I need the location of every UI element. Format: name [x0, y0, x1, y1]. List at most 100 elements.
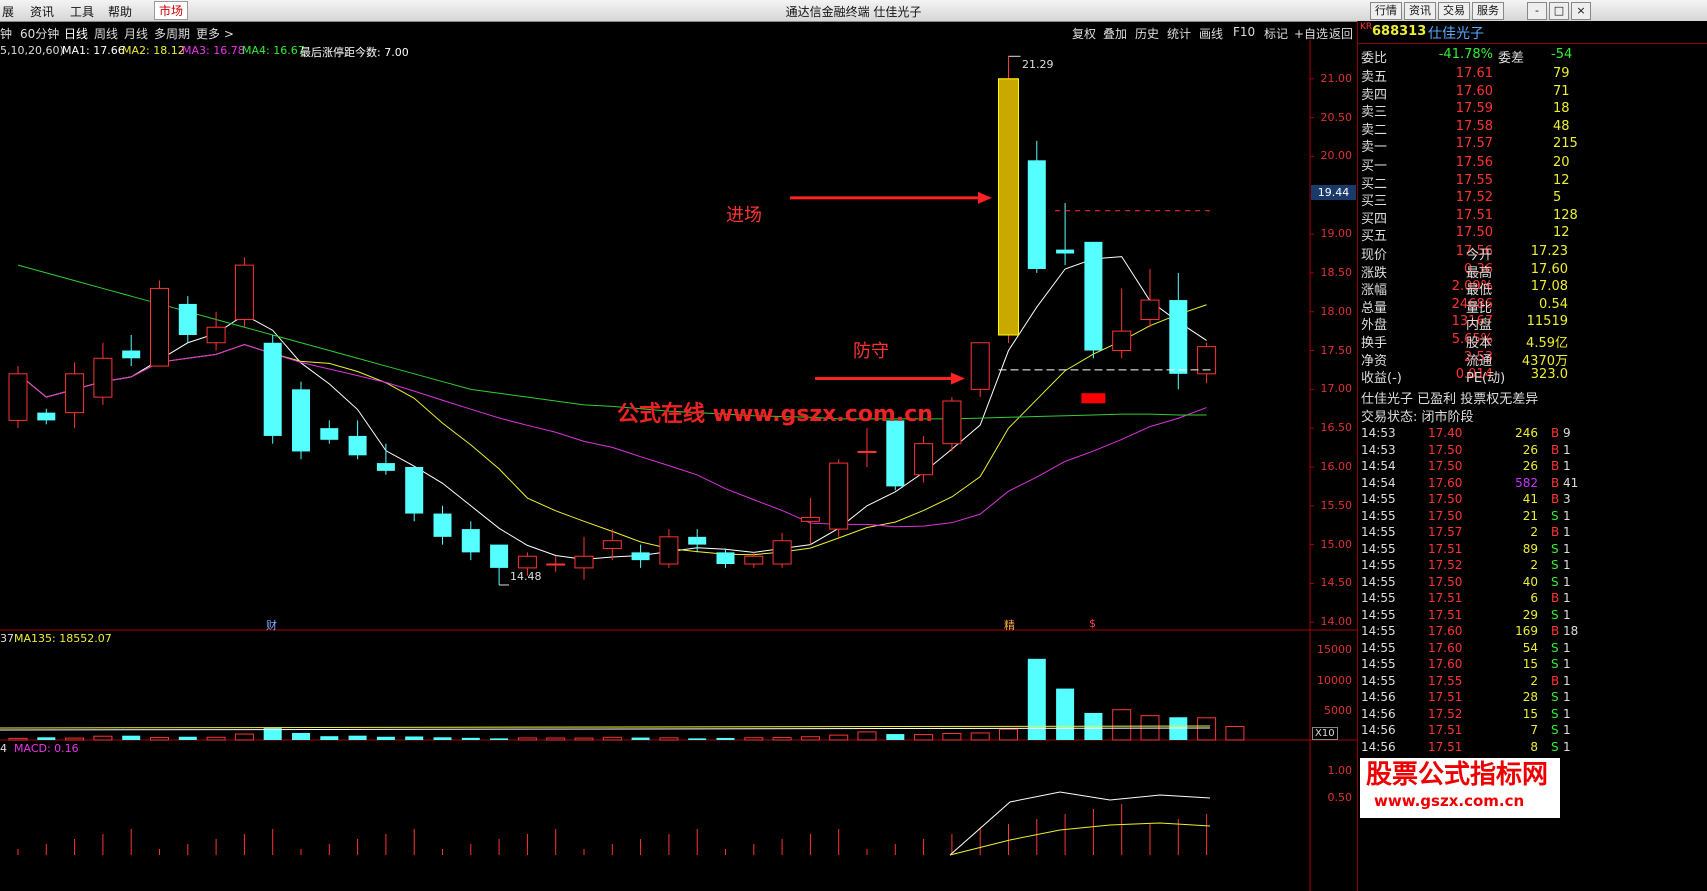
ask-price: 17.58: [1455, 118, 1493, 134]
volume-bar: [206, 736, 226, 741]
ask-label: 卖三: [1361, 105, 1388, 120]
tick-t: 14:56: [1361, 723, 1396, 737]
tick-x: 1: [1563, 690, 1571, 704]
volume-bar: [122, 735, 141, 740]
signal-marker: [1081, 393, 1106, 404]
tick-p: 17.50: [1428, 492, 1463, 506]
macd-legend-left: 4: [0, 742, 7, 755]
candle-body: [1027, 160, 1046, 270]
tick-t: 14:53: [1361, 442, 1396, 457]
tick-d: B: [1551, 492, 1560, 506]
candle-body: [659, 536, 679, 565]
tick-x: 1: [1563, 657, 1571, 671]
event-mark-featured[interactable]: 精: [1004, 617, 1015, 633]
tick-row: 14:55 17.51 29 S 1: [1358, 608, 1707, 624]
menu-item-0[interactable]: 展: [2, 3, 14, 20]
tick-x: 41: [1563, 475, 1579, 490]
quote-value-2: 17.08: [1530, 279, 1568, 295]
bid-volume: 12: [1553, 172, 1570, 188]
close-button[interactable]: ×: [1571, 2, 1591, 20]
candle-body: [1140, 299, 1160, 320]
status-line-2: 交易状态: 闭市阶段: [1361, 410, 1474, 425]
price-axis-label: 21.00: [1320, 71, 1353, 85]
tick-v: 246: [1515, 426, 1538, 440]
tick-row: 14:56 17.51 28 S 1: [1358, 690, 1707, 706]
top-button-service[interactable]: 服务: [1472, 2, 1504, 20]
quote-label: 收益(-): [1361, 371, 1402, 387]
menu-bar: 展 资讯 工具 帮助 市场 通达信金融终端 仕佳光子 行情 资讯 交易 服务 -…: [0, 0, 1707, 22]
bid-volume: 20: [1553, 155, 1570, 170]
volume-bar: [914, 734, 934, 741]
kline-chart[interactable]: [0, 40, 1357, 891]
ask-label: 卖一: [1361, 140, 1388, 155]
stock-code: 688313: [1372, 24, 1427, 39]
tick-x: 1: [1563, 558, 1571, 572]
volume-axis-1: 10000: [1317, 674, 1352, 687]
candle-body: [405, 466, 424, 514]
tick-p: 17.55: [1428, 673, 1463, 688]
tick-t: 14:56: [1361, 690, 1396, 704]
tick-x: 1: [1563, 607, 1571, 622]
menu-item-news[interactable]: 资讯: [30, 3, 54, 20]
tick-v: 2: [1530, 558, 1538, 572]
menu-item-market[interactable]: 市场: [154, 1, 189, 20]
tick-row: 14:53 17.40 246 B 9: [1358, 426, 1707, 442]
tick-d: S: [1551, 640, 1559, 655]
tick-p: 17.60: [1428, 640, 1463, 655]
order-ratio-row: 委比 -41.78% 委差 -54: [1358, 47, 1707, 66]
price-axis-label: 18.50: [1320, 265, 1353, 279]
quote-value-2: 323.0: [1530, 367, 1568, 383]
tick-t: 14:55: [1361, 558, 1396, 572]
quote-row: 净资 2.53 流通 4370万: [1358, 350, 1707, 369]
quote-row: 涨跌 0.36 最高 17.60: [1358, 262, 1707, 281]
tick-x: 1: [1563, 541, 1571, 556]
volume-bar: [490, 738, 509, 740]
bid-price: 17.52: [1455, 190, 1493, 205]
candle-body: [461, 529, 480, 553]
tick-t: 14:55: [1361, 624, 1396, 638]
volume-bar: [234, 733, 254, 741]
top-button-trade[interactable]: 交易: [1438, 2, 1470, 20]
tick-v: 169: [1515, 624, 1538, 638]
volume-bar: [65, 737, 85, 741]
tick-v: 15: [1522, 706, 1538, 721]
menu-item-tools[interactable]: 工具: [70, 3, 94, 20]
tick-p: 17.51: [1428, 723, 1463, 737]
ask-label: 卖四: [1361, 87, 1388, 103]
quote-row: 换手 5.65% 股本 4.59亿: [1358, 332, 1707, 351]
tick-v: 21: [1522, 508, 1538, 523]
ask-price: 17.61: [1455, 66, 1493, 81]
price-axis-label: 20.00: [1320, 149, 1353, 163]
quote-label: 现价: [1361, 248, 1388, 263]
tool-f10[interactable]: F10: [1233, 25, 1255, 39]
maximize-button[interactable]: □: [1549, 2, 1569, 20]
quote-label-2: 股本: [1466, 336, 1493, 351]
volume-bar: [716, 737, 735, 740]
quote-label-2: 最高: [1466, 265, 1493, 281]
ask-price: 17.59: [1455, 101, 1493, 116]
quote-panel: KR 688313 仕佳光子 委比 -41.78% 委差 -54 卖五 17.61…: [1357, 21, 1707, 891]
tick-x: 18: [1563, 624, 1579, 638]
bid-price: 17.55: [1455, 172, 1493, 188]
minimize-button[interactable]: -: [1527, 2, 1547, 20]
top-button-news[interactable]: 资讯: [1404, 2, 1436, 20]
bid-price: 17.50: [1455, 225, 1493, 240]
menu-item-help[interactable]: 帮助: [108, 3, 132, 20]
tick-d: S: [1551, 541, 1559, 556]
tick-x: 1: [1563, 723, 1571, 737]
candle-body: [178, 303, 197, 335]
volume-bar: [772, 737, 792, 741]
tick-x: 1: [1563, 591, 1571, 605]
quote-row: 总量 24686 量比 0.54: [1358, 297, 1707, 316]
top-button-quote[interactable]: 行情: [1370, 2, 1402, 20]
defend-arrow-head: [951, 372, 965, 385]
event-mark-dollar[interactable]: $: [1089, 617, 1096, 630]
tick-d: S: [1551, 607, 1559, 622]
event-mark-finance[interactable]: 财: [266, 617, 277, 633]
quote-row: 收益(-) 0.014 PE(动) 323.0: [1358, 367, 1707, 387]
tick-v: 40: [1522, 574, 1538, 589]
quote-value-2: 11519: [1526, 314, 1568, 330]
price-axis-label: 17.00: [1320, 382, 1353, 396]
price-axis-label: 16.50: [1320, 421, 1353, 435]
quote-label-2: 内盘: [1466, 318, 1493, 334]
